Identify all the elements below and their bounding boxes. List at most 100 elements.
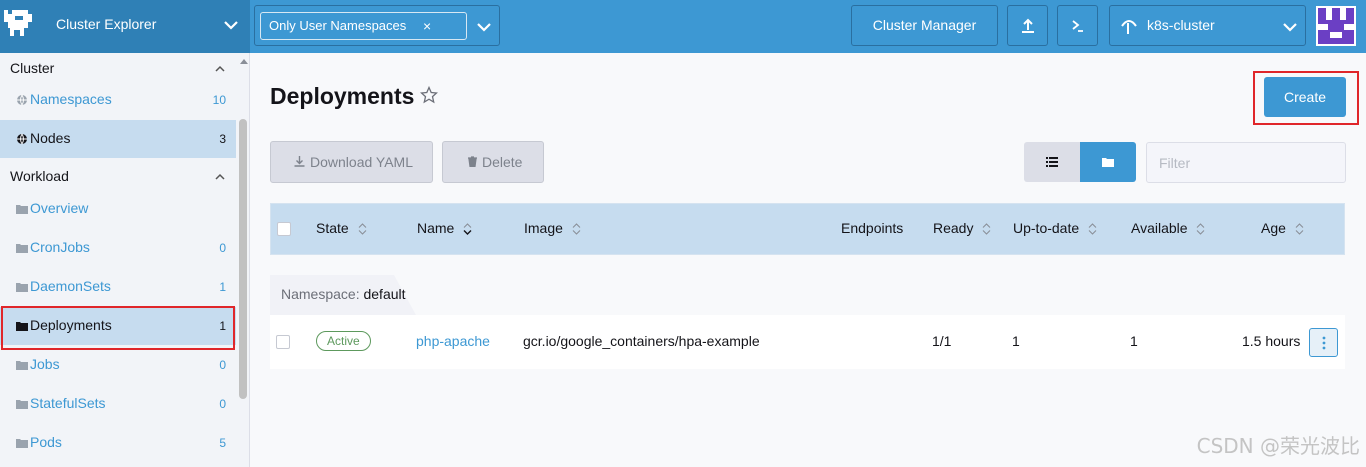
download-yaml-label: Download YAML — [310, 154, 413, 170]
chevron-down-icon[interactable] — [475, 18, 493, 36]
select-all-checkbox[interactable] — [277, 222, 291, 236]
ready-cell: 1/1 — [932, 333, 952, 349]
sidebar-item-label: Jobs — [30, 356, 60, 372]
column-header-ready[interactable]: Ready — [933, 220, 991, 236]
watermark: CSDN @荣光波比 — [1196, 434, 1360, 458]
table-header: State Name Image Endpoints Ready Up-to-d… — [270, 203, 1345, 255]
folder-icon — [16, 439, 28, 448]
deployments-table: State Name Image Endpoints Ready Up-to-d… — [270, 203, 1345, 369]
view-toggle — [1024, 142, 1136, 182]
sidebar-item-count: 5 — [219, 436, 226, 450]
table-row: Active php-apache gcr.io/google_containe… — [270, 315, 1345, 369]
column-header-available[interactable]: Available — [1131, 220, 1205, 236]
import-yaml-button[interactable] — [1007, 5, 1048, 46]
deployment-name-link[interactable]: php-apache — [416, 333, 490, 349]
chevron-up-icon[interactable] — [214, 63, 226, 75]
sidebar-item-label: DaemonSets — [30, 278, 111, 294]
column-header-name[interactable]: Name — [417, 220, 472, 236]
namespace-group-label: Namespace: default — [281, 286, 406, 302]
cluster-manager-button[interactable]: Cluster Manager — [851, 5, 998, 46]
sidebar-group-title: Cluster — [10, 60, 55, 76]
column-header-endpoints: Endpoints — [841, 220, 903, 236]
sidebar: Cluster Namespaces 10 Nodes 3 Workload O… — [0, 53, 250, 467]
sidebar-item-count: 1 — [219, 280, 226, 294]
namespace-selector[interactable]: Only User Namespaces × — [254, 5, 500, 46]
highlight-deployments — [1, 306, 235, 350]
sidebar-item-jobs[interactable]: Jobs 0 — [0, 346, 236, 384]
chevron-up-icon[interactable] — [214, 171, 226, 183]
download-yaml-button[interactable]: Download YAML — [270, 141, 433, 183]
namespace-group-row: Namespace: default — [270, 275, 1345, 315]
folder-icon — [16, 244, 28, 253]
sidebar-item-count: 3 — [219, 132, 226, 146]
available-cell: 1 — [1130, 333, 1138, 349]
sidebar-item-count: 0 — [219, 358, 226, 372]
sidebar-scrollbar[interactable] — [237, 53, 250, 467]
image-cell: gcr.io/google_containers/hpa-example — [523, 333, 760, 349]
scrollbar-thumb[interactable] — [239, 119, 247, 399]
sidebar-item-label: Nodes — [30, 130, 71, 146]
column-label: Name — [417, 220, 455, 236]
sidebar-item-nodes[interactable]: Nodes 3 — [0, 120, 236, 158]
sidebar-item-count: 0 — [219, 241, 226, 255]
sort-icon — [1197, 223, 1205, 236]
globe-icon — [17, 133, 27, 145]
sidebar-item-overview[interactable]: Overview — [0, 190, 236, 228]
sort-icon — [572, 223, 581, 236]
sidebar-group-cluster[interactable]: Cluster — [0, 53, 236, 83]
sidebar-item-pods[interactable]: Pods 5 — [0, 424, 236, 462]
sort-icon — [358, 223, 366, 236]
sidebar-item-cronjobs[interactable]: CronJobs 0 — [0, 229, 236, 267]
sidebar-item-count: 0 — [219, 397, 226, 411]
group-by-namespace-button[interactable] — [1080, 142, 1136, 182]
folder-icon — [16, 361, 28, 370]
delete-button[interactable]: Delete — [442, 141, 544, 183]
age-cell: 1.5 hours — [1242, 333, 1301, 349]
row-actions-button[interactable] — [1309, 328, 1338, 357]
scroll-up-arrow-icon[interactable] — [240, 59, 248, 64]
top-header: Cluster Explorer Only User Namespaces × … — [0, 0, 1366, 53]
sidebar-item-daemonsets[interactable]: DaemonSets 1 — [0, 268, 236, 306]
sidebar-item-statefulsets[interactable]: StatefulSets 0 — [0, 385, 236, 423]
sidebar-item-count: 10 — [212, 93, 226, 107]
sort-icon — [982, 223, 991, 236]
status-badge: Active — [316, 331, 371, 351]
column-header-up-to-date[interactable]: Up-to-date — [1013, 220, 1097, 236]
terminal-icon — [1071, 19, 1083, 32]
sort-icon — [463, 223, 472, 236]
column-label: Endpoints — [841, 220, 904, 236]
column-header-state[interactable]: State — [316, 220, 367, 236]
kubectl-shell-button[interactable] — [1057, 5, 1098, 46]
trash-icon — [468, 156, 477, 167]
sidebar-group-workload[interactable]: Workload — [0, 161, 236, 191]
sidebar-item-label: Overview — [30, 200, 89, 216]
namespace-label: Namespace: — [281, 286, 360, 302]
column-label: Ready — [933, 220, 974, 236]
row-checkbox[interactable] — [276, 335, 290, 349]
namespace-value: default — [363, 286, 406, 302]
cluster-explorer-menu[interactable]: Cluster Explorer — [0, 0, 250, 53]
sidebar-item-namespaces[interactable]: Namespaces 10 — [0, 81, 236, 119]
namespace-filter-chip: Only User Namespaces × — [260, 12, 467, 40]
page-title: Deployments — [270, 83, 415, 109]
column-label: Age — [1261, 220, 1286, 236]
upload-icon — [1021, 18, 1034, 33]
user-avatar[interactable] — [1316, 6, 1356, 46]
cluster-selector[interactable]: k8s-cluster — [1109, 5, 1306, 46]
sidebar-item-label: Pods — [30, 434, 62, 450]
chevron-down-icon — [1283, 23, 1297, 32]
filter-input[interactable] — [1146, 142, 1346, 183]
star-icon[interactable] — [420, 86, 438, 104]
sidebar-item-label: Namespaces — [30, 91, 112, 107]
chevron-down-icon[interactable] — [222, 16, 240, 34]
flat-list-view-button[interactable] — [1024, 142, 1080, 182]
cluster-icon — [1121, 20, 1137, 34]
highlight-create — [1253, 71, 1359, 125]
column-header-image[interactable]: Image — [524, 220, 581, 236]
sidebar-item-label: StatefulSets — [30, 395, 106, 411]
clear-filter-icon[interactable]: × — [423, 13, 431, 39]
app-title: Cluster Explorer — [56, 16, 157, 32]
more-vertical-icon — [1322, 336, 1325, 349]
column-label: Available — [1131, 220, 1188, 236]
column-header-age[interactable]: Age — [1261, 220, 1304, 236]
